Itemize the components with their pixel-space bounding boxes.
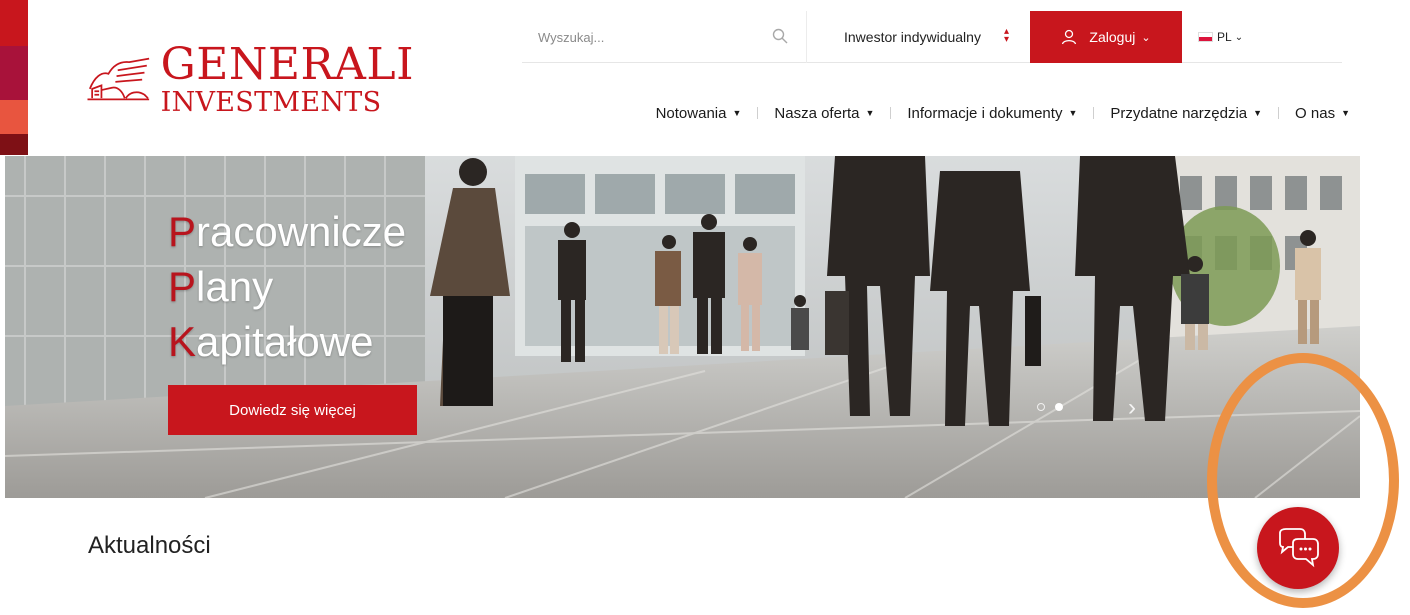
- chat-bubbles-icon: [1279, 528, 1319, 568]
- hero-title-line-3: Kapitałowe: [168, 318, 374, 365]
- logo-name-line1: GENERALI: [160, 38, 414, 90]
- nav-item-notowania[interactable]: Notowania ▼: [656, 105, 742, 122]
- nav-divider: [1093, 107, 1095, 119]
- carousel-dots: [1037, 403, 1063, 411]
- caret-down-icon: ▼: [1341, 108, 1350, 118]
- caret-down-icon: ▼: [1068, 108, 1078, 118]
- hero-banner: Pracownicze Plany Kapitałowe Dowiedz się…: [5, 156, 1360, 498]
- investor-type-select[interactable]: Inwestor indywidualny ▴ ▾: [822, 11, 1027, 63]
- nav-divider: [757, 107, 759, 119]
- search-box: [522, 11, 807, 63]
- carousel-next-icon[interactable]: ›: [1128, 394, 1136, 422]
- search-input[interactable]: [522, 11, 806, 63]
- generali-logo[interactable]: GENERALI INVESTMENTS: [84, 34, 414, 124]
- nav-divider: [1278, 107, 1280, 119]
- chevron-down-icon: ⌄: [1234, 31, 1244, 43]
- hero-title-line-2: Plany: [168, 263, 274, 310]
- hero-title: Pracownicze Plany Kapitałowe: [168, 204, 406, 369]
- lion-icon: [87, 57, 150, 101]
- nav-item-informacje[interactable]: Informacje i dokumenty ▼: [907, 105, 1077, 122]
- nav-item-o-nas[interactable]: O nas ▼: [1295, 105, 1350, 122]
- search-icon[interactable]: [772, 28, 788, 44]
- caret-down-icon: ▼: [1253, 108, 1263, 118]
- nav-item-nasza-oferta[interactable]: Nasza oferta ▼: [774, 105, 874, 122]
- poland-flag-icon: [1198, 32, 1213, 42]
- nav-item-narzedzia[interactable]: Przydatne narzędzia ▼: [1110, 105, 1262, 122]
- investor-type-value: Inwestor indywidualny: [844, 29, 981, 45]
- nav-label: Notowania: [655, 104, 727, 122]
- nav-label: O nas: [1295, 104, 1336, 122]
- nav-label: Przydatne narzędzia: [1110, 104, 1248, 122]
- nav-divider: [890, 107, 892, 119]
- language-code: PL: [1217, 30, 1232, 44]
- login-button[interactable]: Zaloguj ⌄: [1030, 11, 1182, 63]
- chevron-down-icon: ⌄: [1141, 31, 1151, 44]
- hero-title-line-1: Pracownicze: [168, 208, 407, 255]
- main-navigation: Notowania ▼ Nasza oferta ▼ Informacje i do…: [620, 98, 1350, 128]
- logo-name-line2: INVESTMENTS: [160, 86, 382, 118]
- carousel-dot[interactable]: [1037, 403, 1045, 411]
- utility-bar: Inwestor indywidualny ▴▾ Zaloguj ⌄ PL ⌄: [522, 11, 1342, 63]
- chat-button[interactable]: [1257, 507, 1339, 589]
- learn-more-button[interactable]: Dowiedz się więcej: [168, 385, 417, 435]
- nav-label: Informacje i dokumenty: [907, 104, 1063, 122]
- language-selector[interactable]: PL ⌄: [1198, 11, 1258, 63]
- nav-label: Nasza oferta: [774, 104, 860, 122]
- user-icon: [1062, 29, 1077, 45]
- login-label: Zaloguj: [1089, 29, 1136, 45]
- caret-down-icon: ▼: [732, 108, 742, 118]
- select-arrows-icon: ▴ ▾: [1003, 26, 1009, 45]
- carousel-dot-active[interactable]: [1055, 403, 1063, 411]
- caret-down-icon: ▼: [865, 108, 875, 118]
- brand-stripes: [0, 0, 28, 155]
- news-heading: Aktualności: [88, 532, 211, 559]
